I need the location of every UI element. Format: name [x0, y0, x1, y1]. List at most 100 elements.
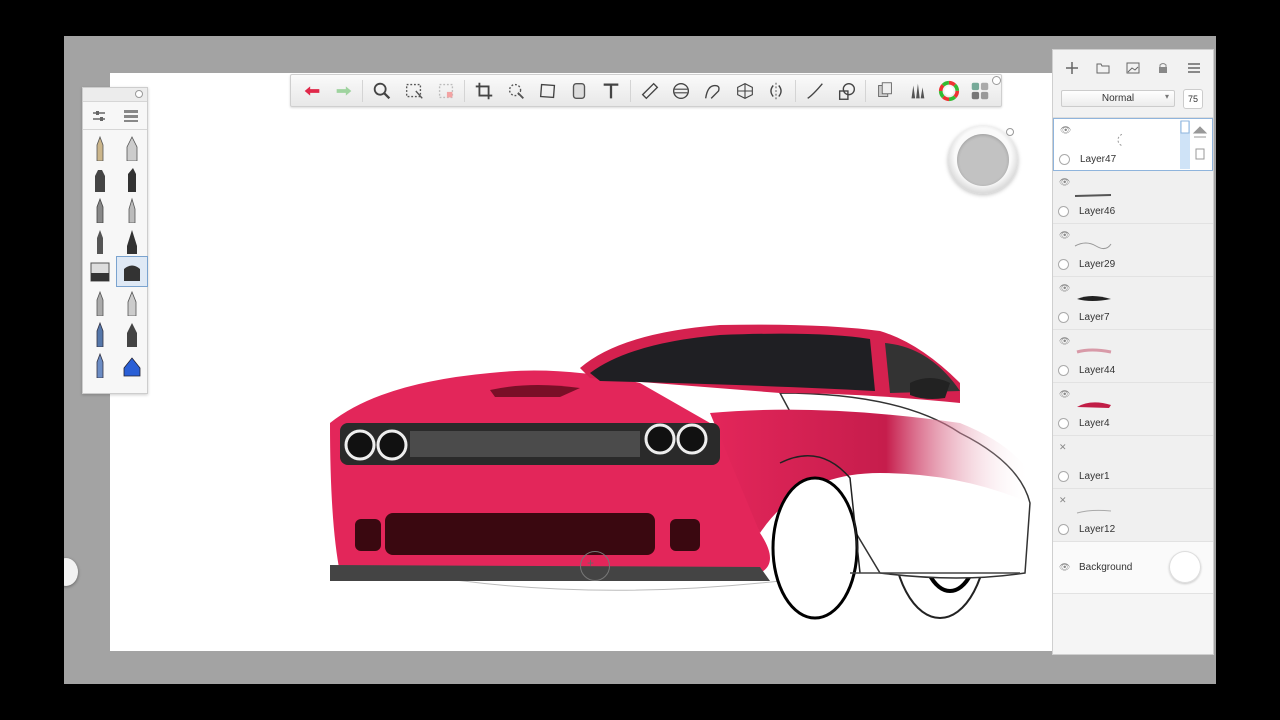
- layer-thumbnail: [1071, 501, 1121, 519]
- layer-name: Layer4: [1079, 418, 1110, 429]
- layer-thumbnail: [1071, 236, 1121, 254]
- chisel-brush-icon[interactable]: [116, 163, 148, 194]
- fill-bucket-brush-icon[interactable]: [116, 349, 148, 380]
- layer-select-radio[interactable]: [1058, 259, 1069, 270]
- airbrush-brush-icon[interactable]: [116, 194, 148, 225]
- ruler-icon[interactable]: [635, 77, 665, 105]
- zoom-icon[interactable]: [367, 77, 397, 105]
- layer-panel: Normal ▾ 75 👁 Layer47 👁 Layer46 👁 Layer29…: [1052, 49, 1214, 655]
- needle-brush-icon[interactable]: [116, 225, 148, 256]
- shape-icon[interactable]: [832, 77, 862, 105]
- layer-select-radio[interactable]: [1058, 365, 1069, 376]
- select-rect-icon[interactable]: [399, 77, 429, 105]
- layer-lock-icon[interactable]: [1155, 60, 1171, 76]
- transform-icon[interactable]: [501, 77, 531, 105]
- layer-name: Layer1: [1079, 471, 1110, 482]
- visibility-eye-icon[interactable]: 👁: [1059, 336, 1070, 347]
- layer-select-radio[interactable]: [1058, 418, 1069, 429]
- brush-palette-close-button[interactable]: [135, 90, 143, 98]
- paint-brush-icon[interactable]: [84, 287, 116, 318]
- flat-brush-brush-icon[interactable]: [116, 318, 148, 349]
- visibility-eye-icon[interactable]: 👁: [1059, 283, 1070, 294]
- marker-brush-icon[interactable]: [84, 163, 116, 194]
- brush-palette: [82, 87, 148, 394]
- hidden-layer-icon[interactable]: ✕: [1059, 442, 1067, 453]
- add-layer-icon[interactable]: [1064, 60, 1080, 76]
- layer-name: Layer47: [1080, 154, 1117, 165]
- smudge-brush-icon[interactable]: [116, 287, 148, 318]
- layer-thumbnail: [1071, 342, 1121, 360]
- perspective-icon[interactable]: [730, 77, 760, 105]
- color-puck-close-button[interactable]: [1006, 128, 1014, 136]
- chevron-down-icon: ▾: [1164, 92, 1169, 101]
- brush-palette-tabs: [83, 102, 147, 130]
- brush-palette-header[interactable]: [83, 88, 147, 102]
- layer-row-layer12[interactable]: ✕ Layer12: [1053, 489, 1213, 542]
- visibility-eye-icon[interactable]: 👁: [1060, 125, 1071, 136]
- redo-icon[interactable]: [329, 77, 359, 105]
- layer-menu-icon[interactable]: [1186, 60, 1202, 76]
- brush-library-tab[interactable]: [115, 102, 147, 129]
- layer-select-radio[interactable]: [1058, 524, 1069, 535]
- layer-row-layer1[interactable]: ✕ Layer1: [1053, 436, 1213, 489]
- current-color-swatch[interactable]: [957, 134, 1009, 186]
- layer-side-controls: [1176, 119, 1212, 171]
- fill-icon[interactable]: [564, 77, 594, 105]
- felt-pen-brush-icon[interactable]: [116, 132, 148, 163]
- blend-mode-select[interactable]: Normal ▾: [1061, 90, 1175, 107]
- undo-icon[interactable]: [297, 77, 327, 105]
- layer-row-layer44[interactable]: 👁 Layer44: [1053, 330, 1213, 383]
- layer-folder-icon[interactable]: [1095, 60, 1111, 76]
- technical-pen-brush-icon[interactable]: [84, 318, 116, 349]
- layer-name: Layer7: [1079, 312, 1110, 323]
- layer-name: Layer46: [1079, 206, 1116, 217]
- select-clear-icon[interactable]: [431, 77, 461, 105]
- layer-opacity[interactable]: 75: [1183, 89, 1203, 109]
- soft-eraser-brush-icon[interactable]: [116, 256, 148, 287]
- layer-panel-header: Normal ▾ 75: [1053, 50, 1213, 118]
- layer-select-radio[interactable]: [1058, 312, 1069, 323]
- color-wheel-icon[interactable]: [934, 77, 964, 105]
- layer-row-layer47[interactable]: 👁 Layer47: [1053, 118, 1213, 171]
- toolbar-divider: [362, 79, 364, 102]
- ellipse-guide-icon[interactable]: [666, 77, 696, 105]
- stroke-icon[interactable]: [800, 77, 830, 105]
- crop-icon[interactable]: [469, 77, 499, 105]
- layer-name: Layer12: [1079, 524, 1116, 535]
- layer-row-layer4[interactable]: 👁 Layer4: [1053, 383, 1213, 436]
- layer-row-layer46[interactable]: 👁 Layer46: [1053, 171, 1213, 224]
- layer-select-radio[interactable]: [1059, 154, 1070, 165]
- toolbar-close-button[interactable]: [992, 76, 1001, 85]
- ink-pen-brush-icon[interactable]: [84, 349, 116, 380]
- visibility-eye-icon[interactable]: 👁: [1059, 389, 1070, 400]
- layer-select-radio[interactable]: [1058, 206, 1069, 217]
- ui-layout-icon[interactable]: [965, 77, 995, 105]
- brush-set-icon[interactable]: [902, 77, 932, 105]
- color-puck[interactable]: [948, 126, 1018, 194]
- toolbar-divider: [795, 79, 797, 102]
- distort-icon[interactable]: [533, 77, 563, 105]
- layer-select-radio[interactable]: [1058, 471, 1069, 482]
- left-edge-handle[interactable]: [64, 558, 78, 586]
- layer-row-background[interactable]: 👁 Background: [1053, 542, 1213, 594]
- layer-thumbnail: [1071, 183, 1121, 201]
- layer-row-layer29[interactable]: 👁 Layer29: [1053, 224, 1213, 277]
- visibility-eye-icon[interactable]: 👁: [1059, 562, 1070, 573]
- block-eraser-brush-icon[interactable]: [84, 256, 116, 287]
- pencil-brush-icon[interactable]: [84, 132, 116, 163]
- add-image-icon[interactable]: [1125, 60, 1141, 76]
- brush-properties-tab[interactable]: [83, 102, 115, 129]
- fine-liner-brush-icon[interactable]: [84, 225, 116, 256]
- french-curve-icon[interactable]: [698, 77, 728, 105]
- copic-icon[interactable]: [870, 77, 900, 105]
- text-icon[interactable]: [596, 77, 626, 105]
- hidden-layer-icon[interactable]: ✕: [1059, 495, 1067, 506]
- symmetry-icon[interactable]: [761, 77, 791, 105]
- background-color-swatch[interactable]: [1169, 551, 1201, 583]
- ballpoint-brush-icon[interactable]: [84, 194, 116, 225]
- drawing-canvas[interactable]: [110, 73, 1054, 651]
- brush-cursor: [580, 551, 610, 581]
- visibility-eye-icon[interactable]: 👁: [1059, 177, 1070, 188]
- layer-row-layer7[interactable]: 👁 Layer7: [1053, 277, 1213, 330]
- visibility-eye-icon[interactable]: 👁: [1059, 230, 1070, 241]
